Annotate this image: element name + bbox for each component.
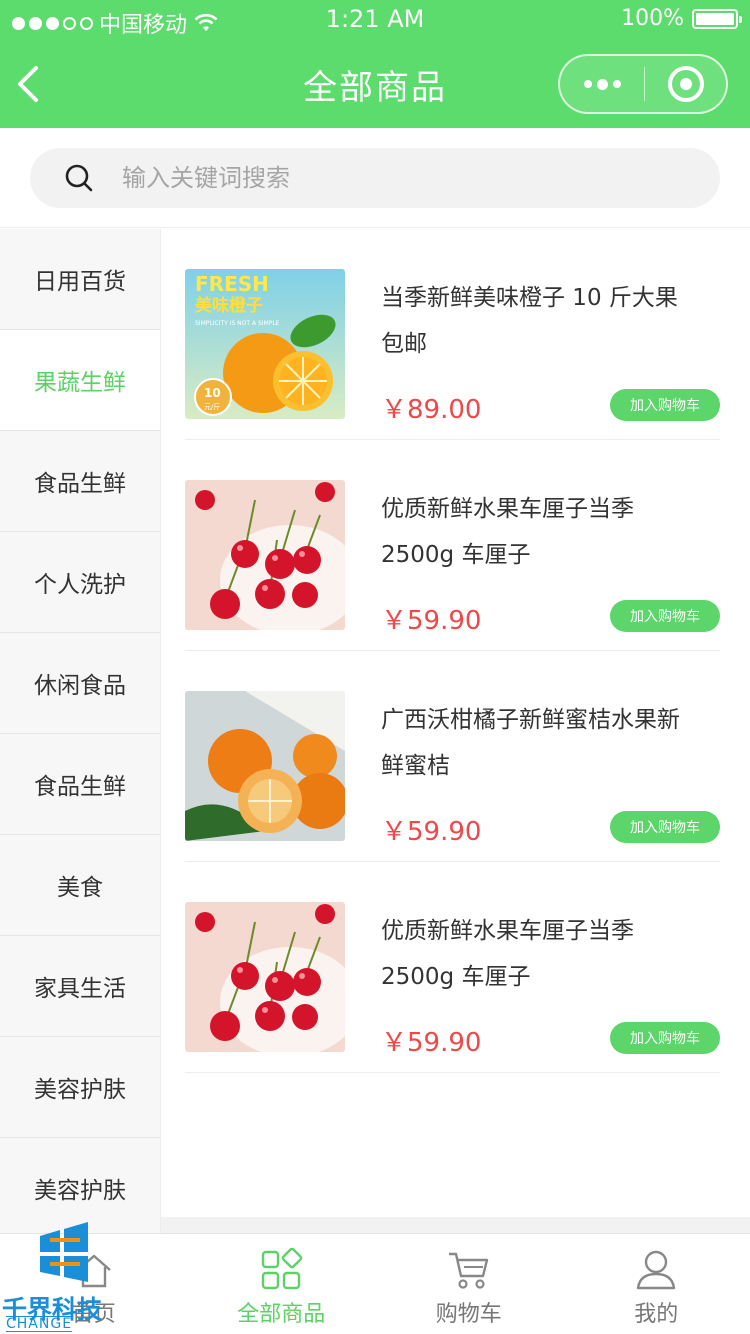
product-title[interactable]: 当季新鲜美味橙子 10 斤大果包邮 [381,275,681,367]
battery-status: 100% [621,6,742,31]
watermark-subtext: CHANGE [6,1316,73,1332]
svg-text:美味橙子: 美味橙子 [195,295,263,316]
category-item[interactable]: 食品生鲜 [0,431,160,532]
category-label: 食品生鲜 [34,471,126,497]
search-input[interactable] [122,164,622,192]
category-label: 美容护肤 [34,1077,126,1103]
category-item[interactable]: 美容护肤 [0,1037,160,1138]
nav-bar: 全部商品 [0,40,750,128]
category-sidebar: 日用百货 果蔬生鲜 食品生鲜 个人洗护 休闲食品 食品生鲜 美食 家具生活 美容… [0,229,161,1233]
tab-label: 全部商品 [237,1302,326,1327]
tab-cart[interactable]: 购物车 [375,1234,563,1334]
category-label: 果蔬生鲜 [34,370,126,396]
product-item[interactable]: 广西沃柑橘子新鲜蜜桔水果新鲜蜜桔 ￥59.90 加入购物车 [185,651,720,862]
product-title[interactable]: 优质新鲜水果车厘子当季2500g 车厘子 [381,486,681,578]
category-item[interactable]: 食品生鲜 [0,734,160,835]
search-bar[interactable] [30,148,720,208]
tab-all-products[interactable]: 全部商品 [188,1234,376,1334]
product-item[interactable]: 优质新鲜水果车厘子当季2500g 车厘子 ￥59.90 加入购物车 [185,862,720,1073]
svg-text:SIMPLICITY IS NOT A SIMPLE: SIMPLICITY IS NOT A SIMPLE [195,320,280,327]
add-to-cart-button[interactable]: 加入购物车 [610,1022,720,1054]
category-label: 日用百货 [34,269,126,295]
product-image-cherries[interactable] [185,480,345,630]
search-icon [65,164,93,192]
product-item[interactable]: FRESH 美味橙子 SIMPLICITY IS NOT A SIMPLE 10… [185,229,720,440]
category-item[interactable]: 家具生活 [0,936,160,1037]
product-image-cherries[interactable] [185,902,345,1052]
grid-icon [262,1248,303,1290]
user-icon [637,1250,676,1290]
list-bottom-gap [161,1217,750,1233]
search-section [0,128,750,228]
app-header: 中国移动 1:21 AM 100% 全部商品 [0,0,750,128]
product-item[interactable]: 优质新鲜水果车厘子当季2500g 车厘子 ￥59.90 加入购物车 [185,440,720,651]
battery-icon [692,8,742,29]
cart-icon [448,1252,488,1289]
add-to-cart-button[interactable]: 加入购物车 [610,811,720,843]
category-label: 美食 [57,875,103,901]
product-price: ￥59.90 [381,1028,482,1058]
svg-text:元/斤: 元/斤 [204,402,220,411]
category-label: 食品生鲜 [34,774,126,800]
status-bar: 中国移动 1:21 AM 100% [0,0,750,40]
product-price: ￥89.00 [381,395,482,425]
product-list: FRESH 美味橙子 SIMPLICITY IS NOT A SIMPLE 10… [161,229,750,1217]
product-image-tangerines[interactable] [185,691,345,841]
product-price: ￥59.90 [381,817,482,847]
battery-percent: 100% [621,6,684,31]
tab-label: 购物车 [435,1302,502,1327]
category-item[interactable]: 美食 [0,835,160,936]
product-title[interactable]: 广西沃柑橘子新鲜蜜桔水果新鲜蜜桔 [381,697,681,789]
category-label: 个人洗护 [34,572,126,598]
category-label: 休闲食品 [34,673,126,699]
windows-logo-icon [40,1222,88,1282]
category-item[interactable]: 日用百货 [0,229,160,330]
add-to-cart-button[interactable]: 加入购物车 [610,389,720,421]
category-label: 美容护肤 [34,1178,126,1204]
miniprogram-capsule [558,54,728,114]
close-target-icon[interactable] [645,56,726,112]
product-image-orange[interactable]: FRESH 美味橙子 SIMPLICITY IS NOT A SIMPLE 10… [185,269,345,419]
tab-profile[interactable]: 我的 [563,1234,750,1334]
add-to-cart-button[interactable]: 加入购物车 [610,600,720,632]
category-label: 家具生活 [34,976,126,1002]
tab-label: 我的 [634,1302,679,1327]
product-price: ￥59.90 [381,606,482,636]
category-item[interactable]: 个人洗护 [0,532,160,633]
category-item[interactable]: 休闲食品 [0,633,160,734]
more-dots-icon[interactable] [560,56,644,112]
category-item-active[interactable]: 果蔬生鲜 [0,330,160,431]
svg-text:10: 10 [204,386,221,400]
svg-text:FRESH: FRESH [195,272,269,296]
watermark-logo: 千界科技 CHANGE [0,1216,130,1334]
product-title[interactable]: 优质新鲜水果车厘子当季2500g 车厘子 [381,908,681,1000]
